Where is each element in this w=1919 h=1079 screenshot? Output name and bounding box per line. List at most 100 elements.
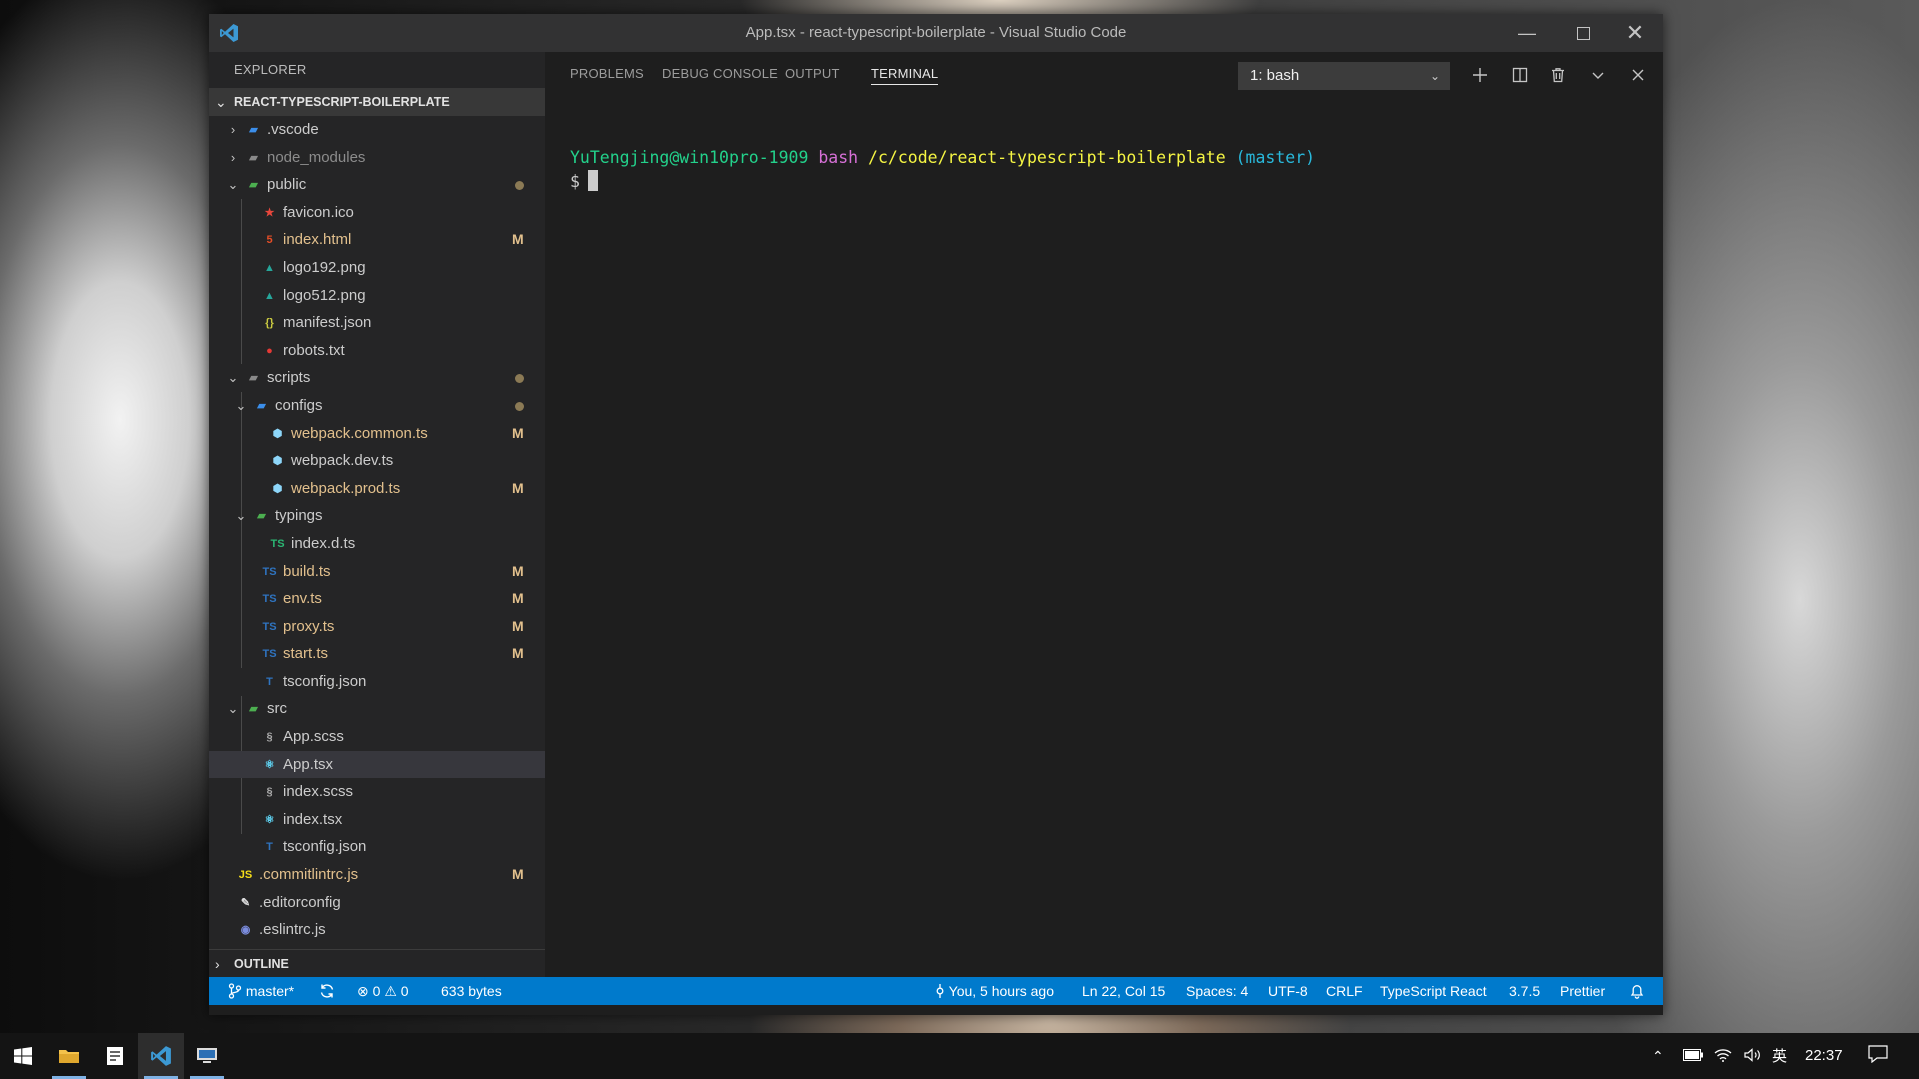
tree-folder--vscode[interactable]: › ▰ .vscode: [209, 116, 545, 144]
tree-file-start-ts[interactable]: TS start.ts M: [209, 640, 545, 668]
blame-status[interactable]: You, 5 hours ago: [935, 977, 1054, 1005]
tree-item-label: webpack.prod.ts: [291, 479, 401, 497]
tree-item-label: index.scss: [283, 783, 354, 801]
battery-glyph: [1683, 1049, 1703, 1061]
tree-file-env-ts[interactable]: TS env.ts M: [209, 585, 545, 613]
terminal-output[interactable]: YuTengjing@win10pro-1909 bash /c/code/re…: [570, 146, 1315, 194]
minimize-button[interactable]: —: [1499, 14, 1555, 52]
wifi-icon[interactable]: [1714, 1033, 1732, 1079]
tree-folder-typings[interactable]: ⌄ ▰ typings: [209, 502, 545, 530]
notifications-button[interactable]: [1630, 977, 1644, 1005]
maximize-panel-button[interactable]: [1585, 62, 1611, 88]
tree-file-app-tsx[interactable]: ⚛ App.tsx: [209, 750, 545, 779]
close-panel-button[interactable]: [1625, 62, 1651, 88]
tree-file-logo192-png[interactable]: ▲ logo192.png: [209, 254, 545, 282]
sync-button[interactable]: [319, 977, 335, 1005]
tab-debug-console[interactable]: DEBUG CONSOLE: [662, 66, 778, 81]
tree-file-robots-txt[interactable]: ● robots.txt: [209, 337, 545, 365]
tray-overflow-icon[interactable]: ⌃: [1652, 1033, 1664, 1079]
tree-item-label: tsconfig.json: [283, 672, 367, 690]
tree-file-webpack-dev-ts[interactable]: ⬢ webpack.dev.ts: [209, 447, 545, 475]
git-status-badge: M: [512, 617, 524, 634]
terminal-select[interactable]: 1: bash ⌄: [1238, 62, 1450, 90]
minimize-icon: —: [1518, 22, 1536, 43]
tree-item-label: manifest.json: [283, 314, 372, 332]
taskbar-file-explorer[interactable]: [46, 1033, 92, 1079]
webpack-icon: ⬢: [272, 427, 283, 440]
chevron-down-icon: ⌄: [235, 508, 247, 524]
maximize-button[interactable]: [1555, 14, 1611, 52]
taskbar-terminal[interactable]: [184, 1033, 230, 1079]
react-icon: ⚛: [264, 813, 275, 826]
status-bar: master* ⊗ 0 ⚠ 0 633 bytes You, 5 hours a…: [209, 977, 1663, 1005]
tab-output[interactable]: OUTPUT: [785, 66, 840, 81]
tab-problems[interactable]: PROBLEMS: [570, 66, 644, 81]
tree-file-app-scss[interactable]: § App.scss: [209, 723, 545, 751]
tree-file-index-html[interactable]: 5 index.html M: [209, 226, 545, 254]
ime-indicator[interactable]: 英: [1772, 1033, 1787, 1079]
modified-dot-icon: [515, 181, 524, 191]
new-terminal-button[interactable]: [1467, 62, 1493, 88]
bell-icon: [1630, 985, 1644, 999]
tree-file-logo512-png[interactable]: ▲ logo512.png: [209, 282, 545, 310]
ts-icon: TS: [262, 620, 277, 633]
language-mode[interactable]: TypeScript React: [1380, 977, 1487, 1005]
kill-terminal-button[interactable]: [1545, 62, 1571, 88]
clock[interactable]: 22:37: [1805, 1033, 1843, 1079]
sync-icon: [320, 984, 334, 998]
tree-file--editorconfig[interactable]: ✎ .editorconfig: [209, 889, 545, 917]
tree-file--commitlintrc-js[interactable]: JS .commitlintrc.js M: [209, 861, 545, 889]
close-window-button[interactable]: ✕: [1607, 14, 1663, 52]
taskbar-vscode[interactable]: [138, 1033, 184, 1079]
tree-file-tsconfig-json[interactable]: Ttsconfig.json: [209, 833, 545, 861]
git-status-badge: M: [512, 424, 524, 441]
tree-folder-node-modules[interactable]: › ▰ node_modules: [209, 144, 545, 172]
tree-file-index-tsx[interactable]: ⚛ index.tsx: [209, 806, 545, 834]
tree-folder-src[interactable]: ⌄ ▰ src: [209, 695, 545, 723]
ts-version[interactable]: 3.7.5: [1509, 977, 1540, 1005]
tree-folder-scripts[interactable]: ⌄ ▰ scripts: [209, 364, 545, 392]
windows-logo-icon: [14, 1047, 32, 1065]
tree-file-tsconfig-json[interactable]: Ttsconfig.json: [209, 668, 545, 696]
project-section-header[interactable]: ⌄ REACT-TYPESCRIPT-BOILERPLATE: [209, 88, 545, 116]
start-button[interactable]: [0, 1033, 46, 1079]
tree-file-webpack-prod-ts[interactable]: ⬢ webpack.prod.ts M: [209, 475, 545, 503]
tree-file-build-ts[interactable]: TS build.ts M: [209, 558, 545, 586]
tree-file-manifest-json[interactable]: {} manifest.json: [209, 309, 545, 337]
battery-icon[interactable]: [1683, 1033, 1703, 1079]
taskbar-app[interactable]: [92, 1033, 138, 1079]
action-center-button[interactable]: [1868, 1033, 1888, 1079]
cursor-position[interactable]: Ln 22, Col 15: [1082, 977, 1165, 1005]
formatter[interactable]: Prettier: [1560, 977, 1605, 1005]
tree-file-proxy-ts[interactable]: TS proxy.ts M: [209, 613, 545, 641]
problems-status[interactable]: ⊗ 0 ⚠ 0: [357, 977, 409, 1005]
tree-file-favicon-ico[interactable]: ★ favicon.ico: [209, 199, 545, 227]
branch-status[interactable]: master*: [228, 977, 294, 1005]
indentation[interactable]: Spaces: 4: [1186, 977, 1248, 1005]
tree-folder-public[interactable]: ⌄ ▰ public: [209, 171, 545, 199]
tree-file--eslintrc-js[interactable]: ◉ .eslintrc.js: [209, 916, 545, 944]
folder-icon: [59, 1050, 79, 1063]
git-branch-icon: [228, 983, 242, 999]
tree-item-label: index.d.ts: [291, 534, 356, 552]
tab-terminal[interactable]: TERMINAL: [871, 66, 939, 85]
outline-section-header[interactable]: › OUTLINE: [209, 949, 545, 977]
favicon-icon: ★: [264, 206, 275, 219]
scss-icon: §: [266, 731, 273, 744]
chevron-down-icon: ⌄: [227, 701, 239, 717]
split-terminal-button[interactable]: [1507, 62, 1533, 88]
tree-folder-configs[interactable]: ⌄ ▰ configs: [209, 392, 545, 420]
tree-file-index-scss[interactable]: § index.scss: [209, 778, 545, 806]
tree-file-webpack-common-ts[interactable]: ⬢ webpack.common.ts M: [209, 420, 545, 448]
git-status-badge: M: [512, 645, 524, 662]
line-ending[interactable]: CRLF: [1326, 977, 1363, 1005]
tree-file-index-d-ts[interactable]: TS index.d.ts: [209, 530, 545, 558]
encoding[interactable]: UTF-8: [1268, 977, 1308, 1005]
volume-icon[interactable]: [1744, 1033, 1762, 1079]
vscode-folder-icon: ▰: [249, 124, 258, 136]
modified-dot-icon: [515, 401, 524, 411]
close-icon: ✕: [1625, 20, 1645, 45]
file-size[interactable]: 633 bytes: [441, 977, 502, 1005]
webpack-icon: ⬢: [272, 482, 283, 495]
terminal-user: YuTengjing@win10pro-1909: [570, 148, 809, 167]
